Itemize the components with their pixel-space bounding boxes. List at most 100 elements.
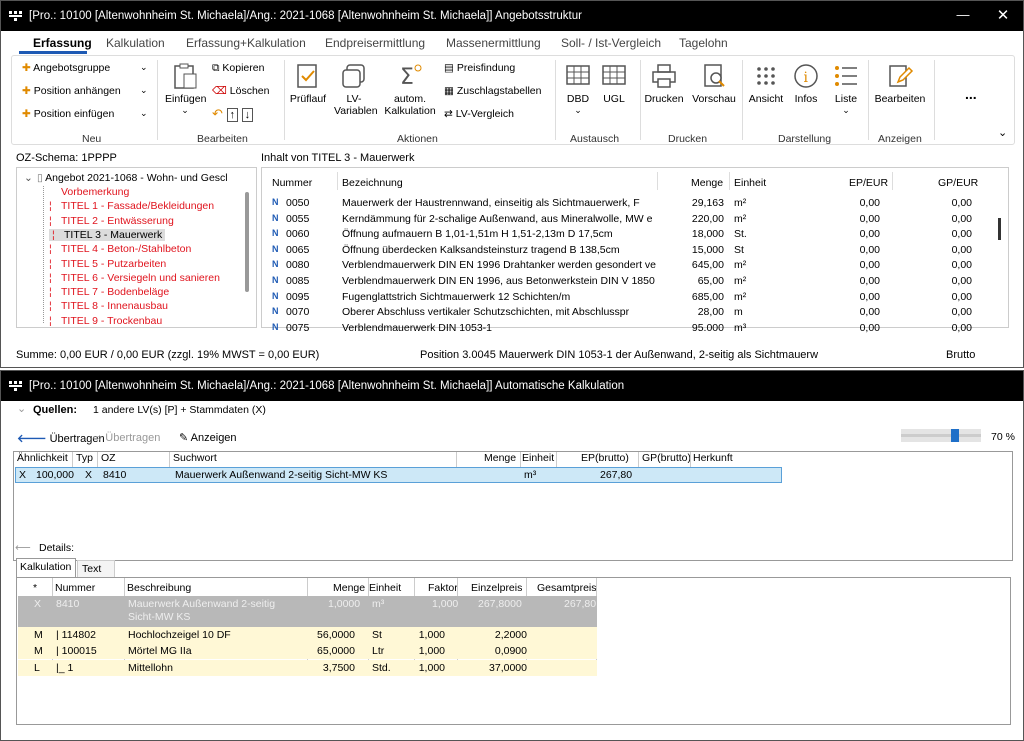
drucken-button[interactable]: Drucken (644, 62, 684, 105)
autom-kalkulation-button[interactable]: Σ autom. Kalkulation (382, 62, 438, 117)
quellen-value[interactable]: 1 andere LV(s) [P] + Stammdaten (X) (93, 404, 266, 416)
tab-tagelohn[interactable]: Tagelohn (679, 36, 728, 50)
tree-item[interactable]: ¦ TITEL 4 - Beton-/Stahlbeton (49, 243, 191, 255)
tree-item[interactable]: ¦ TITEL 8 - Innenausbau (49, 300, 168, 312)
table-cell: 1,000 (418, 661, 445, 674)
col-nummer[interactable]: Nummer (272, 177, 312, 189)
col-einheit[interactable]: Einheit (734, 177, 766, 189)
col-faktor[interactable]: Faktor (428, 582, 458, 594)
col-gp[interactable]: GP/EUR (938, 177, 978, 189)
close-icon[interactable]: ✕ (994, 6, 1012, 24)
tab-erfassung-kalkulation[interactable]: Erfassung+Kalkulation (186, 36, 306, 50)
table-row[interactable]: N 0070 Oberer Abschluss vertikaler Schutzs… (262, 306, 992, 321)
tab-massenermittlung[interactable]: Massenermittlung (446, 36, 541, 50)
table-row[interactable]: N 0055 Kerndämmung für 2-schalige Außenwan… (262, 213, 992, 228)
more-options-button[interactable]: ... (965, 86, 977, 102)
minimize-icon[interactable]: — (954, 7, 972, 22)
table-row[interactable]: N 0075 Verblendmauerwerk DIN 1053-1 95.000 m… (262, 322, 992, 337)
ugl-button[interactable]: UGL (598, 62, 630, 105)
position-einfuegen-button[interactable]: ✚ Position einfügen (22, 108, 114, 120)
anzeigen-button[interactable]: ✎ Anzeigen (179, 431, 237, 444)
col-oz[interactable]: OZ (101, 452, 116, 467)
tree-item[interactable]: ¦ TITEL 2 - Entwässerung (49, 215, 174, 227)
tree-item[interactable]: Vorbemerkung (49, 186, 129, 198)
kopieren-button[interactable]: ⧉ Kopieren (212, 62, 264, 75)
col-gesamtpreis[interactable]: Gesamtpreis (537, 582, 597, 594)
vorschau-button[interactable]: Vorschau (690, 62, 738, 105)
table-row[interactable]: N 0065 Öffnung überdecken Kalksandsteinstu… (262, 244, 992, 259)
positions-table[interactable]: Nummer Bezeichnung Menge Einheit EP/EUR … (261, 167, 1009, 334)
tab-soll-ist[interactable]: Soll- / Ist-Vergleich (561, 36, 661, 50)
preisfindung-button[interactable]: ▤ Preisfindung (444, 62, 515, 74)
tab-endpreisermittlung[interactable]: Endpreisermittlung (325, 36, 425, 50)
col-menge[interactable]: Menge (691, 177, 723, 189)
col-einzelpreis[interactable]: Einzelpreis (471, 582, 522, 594)
lv-vergleich-button[interactable]: ⇄ LV-Vergleich (444, 108, 514, 120)
tab-kalkulation[interactable]: Kalkulation (106, 36, 165, 50)
tree-item[interactable]: ¦ TITEL 3 - Mauerwerk (49, 228, 166, 241)
lv-variablen-button[interactable]: LV- Variablen (334, 62, 378, 117)
arrow-left-icon[interactable]: ⟵ (15, 541, 31, 554)
col-aehnlichkeit[interactable]: Ähnlichkeit (17, 452, 68, 467)
table-row[interactable]: N 0085 Verblendmauerwerk DIN EN 1996, aus … (262, 275, 992, 290)
tab-kalkulation[interactable]: Kalkulation (16, 558, 76, 577)
collapse-quellen-icon[interactable]: ⌄ (17, 402, 26, 415)
tree-item[interactable]: ¦ TITEL 9 - Trockenbau (49, 315, 162, 327)
tab-erfassung[interactable]: Erfassung (33, 36, 92, 50)
ansicht-button[interactable]: Ansicht (746, 62, 786, 105)
tree-item[interactable]: ¦ TITEL 7 - Bodenbeläge (49, 286, 169, 298)
uebertragen-button[interactable]: 🡐 Übertragen (17, 431, 105, 445)
col-herkunft[interactable]: Herkunft (693, 452, 733, 467)
col-menge[interactable]: Menge (333, 582, 365, 594)
col-bezeichnung[interactable]: Bezeichnung (342, 177, 403, 189)
zoom-slider[interactable] (901, 429, 981, 442)
tree-scrollbar[interactable] (245, 192, 249, 292)
zoom-slider-thumb[interactable] (951, 429, 960, 442)
col-einheit[interactable]: Einheit (522, 452, 554, 467)
liste-button[interactable]: Liste ⌄ (828, 62, 864, 116)
angebotsgruppe-button[interactable]: ✚ Angebotsgruppe (22, 62, 110, 74)
table-row[interactable]: N 0050 Mauerwerk der Haustrennwand, einsei… (262, 197, 992, 212)
col-beschreibung[interactable]: Beschreibung (127, 582, 191, 594)
chevron-down-icon[interactable]: ⌄ (140, 62, 148, 73)
prueflauf-button[interactable]: Prüflauf (288, 62, 328, 105)
similarity-grid[interactable]: Ähnlichkeit Typ OZ Suchwort Menge Einhei… (13, 451, 1013, 561)
loeschen-button[interactable]: ⌫ Löschen (212, 85, 269, 97)
tree-item[interactable]: ¦ TITEL 5 - Putzarbeiten (49, 258, 166, 270)
uebertragen-disabled-button[interactable]: ⇨ Übertragen (93, 431, 160, 444)
col-ep-brutto[interactable]: EP(brutto) (581, 452, 629, 467)
collapse-ribbon-icon[interactable]: ⌄ (998, 126, 1007, 139)
table-row[interactable]: N 0060 Öffnung aufmauern B 1,01-1,51m H 1,… (262, 228, 992, 243)
col-suchwort[interactable]: Suchwort (173, 452, 217, 467)
position-anhaengen-button[interactable]: ✚ Position anhängen (22, 85, 121, 97)
bearbeiten-anzeigen-button[interactable]: Bearbeiten (872, 62, 928, 105)
tree-collapse-icon[interactable]: ⌄ (24, 172, 33, 184)
table-row[interactable]: X 100,000 X 8410 Mauerwerk Außenwand 2-s… (15, 467, 782, 483)
tree-root[interactable]: ▯ Angebot 2021-1068 - Wohn- und Gescl (37, 172, 228, 184)
table-scrollbar[interactable] (998, 218, 1001, 240)
einfuegen-button[interactable]: Einfügen ⌄ (165, 62, 206, 116)
col-menge[interactable]: Menge (484, 452, 516, 467)
undo-icon[interactable]: ↶ ↑ ↓ (212, 106, 254, 122)
table-row[interactable]: N 0080 Verblendmauerwerk DIN EN 1996 Draht… (262, 259, 992, 274)
col-gp-brutto[interactable]: GP(brutto) (642, 452, 691, 467)
table-row[interactable]: M | 114802 Hochlochzeigel 10 DF 56,0000 St 1,… (18, 627, 597, 643)
table-row[interactable]: N 0095 Fugenglattstrich Sichtmauerwerk 12 … (262, 291, 992, 306)
table-row[interactable]: X 8410 Mauerwerk Außenwand 2-seitig Sich… (18, 596, 597, 627)
col-ep[interactable]: EP/EUR (849, 177, 888, 189)
kalkulation-grid[interactable]: * Nummer Beschreibung Menge Einheit Fakt… (16, 577, 1011, 725)
tree-item[interactable]: ¦ TITEL 6 - Versiegeln und sanieren (49, 272, 220, 284)
col-nummer[interactable]: Nummer (55, 582, 95, 594)
col-einheit[interactable]: Einheit (369, 582, 401, 594)
tab-text[interactable]: Text (77, 560, 115, 577)
table-row[interactable]: L |_ 1 Mittellohn 3,7500 Std. 1,000 37,0000 (18, 659, 597, 676)
zuschlagstabellen-button[interactable]: ▦ Zuschlagstabellen (444, 85, 541, 97)
tree-item[interactable]: ¦ TITEL 1 - Fassade/Bekleidungen (49, 200, 214, 212)
dbd-button[interactable]: DBD ⌄ (562, 62, 594, 116)
table-row[interactable]: M | 100015 Mörtel MG IIa 65,0000 Ltr 1,000 0,0… (18, 643, 597, 660)
structure-tree[interactable]: ⌄ ▯ Angebot 2021-1068 - Wohn- und Gescl … (16, 167, 257, 328)
col-typ[interactable]: Typ (76, 452, 93, 467)
chevron-down-icon[interactable]: ⌄ (140, 108, 148, 119)
infos-button[interactable]: i Infos (788, 62, 824, 105)
chevron-down-icon[interactable]: ⌄ (140, 85, 148, 96)
